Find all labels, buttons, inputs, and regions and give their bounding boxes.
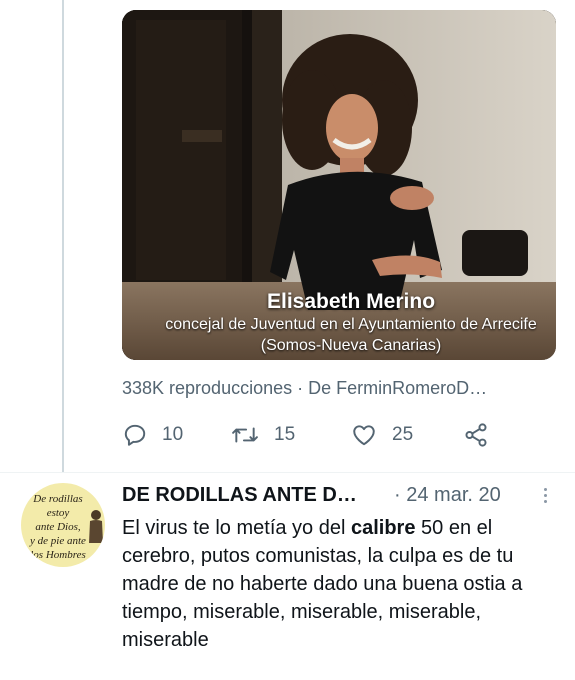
reply-button[interactable]: 10: [122, 420, 183, 450]
reply-tweet-header: DE RODILLAS ANTE D… · 24 mar. 20: [122, 484, 552, 510]
thread-connector-line: [62, 0, 64, 472]
figure-icon: [89, 510, 103, 543]
video-thumbnail[interactable]: Elisabeth Merino concejal de Juventud en…: [122, 10, 556, 360]
share-icon: [465, 423, 487, 447]
reply-count: 10: [162, 424, 184, 445]
author-name[interactable]: DE RODILLAS ANTE D…: [122, 484, 357, 507]
retweet-button[interactable]: 15: [230, 420, 295, 450]
video-caption-party: (Somos-Nueva Canarias): [260, 337, 442, 354]
retweet-count: 15: [274, 424, 296, 445]
video-caption-role: concejal de Juventud en el Ayuntamiento …: [165, 316, 537, 333]
share-button[interactable]: [462, 420, 490, 450]
views-attribution[interactable]: 338K reproducciones · De FerminRomeroD…: [122, 378, 487, 399]
like-count: 25: [392, 424, 414, 445]
avatar-text: De rodillas estoy ante Dios, y de pie an…: [30, 493, 86, 561]
reply-tweet-text: El virus te lo metía yo del calibre 50 e…: [122, 517, 523, 651]
tweet-actions-bar: 10 15 25: [122, 420, 542, 450]
like-button[interactable]: 25: [350, 420, 413, 450]
tweet-date[interactable]: · 24 mar. 20: [394, 484, 501, 507]
video-caption-name: Elisabeth Merino: [266, 290, 436, 313]
reply-icon: [124, 424, 146, 446]
tweet-divider: [0, 472, 575, 473]
heart-icon: [353, 425, 375, 446]
retweet-icon: [232, 427, 258, 443]
avatar[interactable]: De rodillas estoy ante Dios, y de pie an…: [21, 483, 105, 567]
more-options-icon[interactable]: [540, 486, 550, 506]
